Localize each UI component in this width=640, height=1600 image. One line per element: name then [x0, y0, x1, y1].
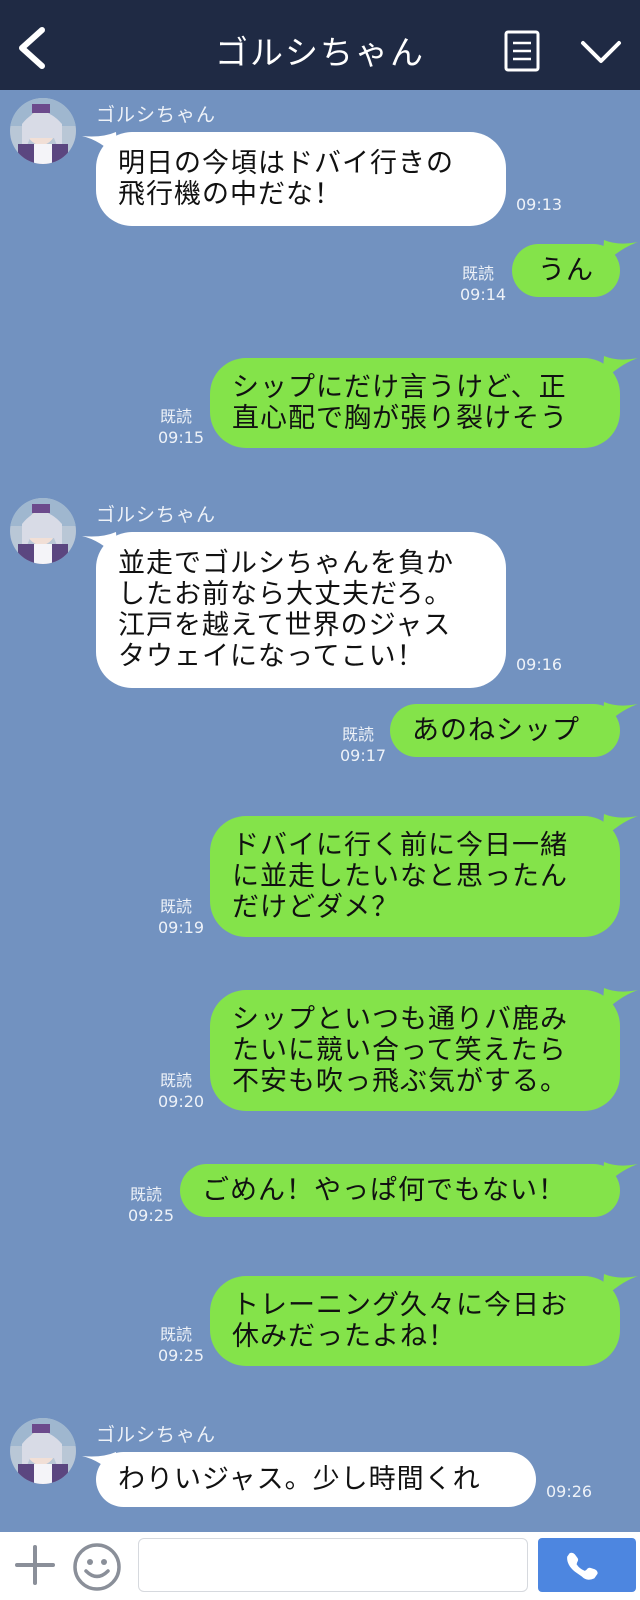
message-bubble-outgoing[interactable]: ドバイに行く前に今日一緒 に並走したいなと思ったん だけどダメ？: [210, 816, 620, 937]
read-receipt: 既読: [130, 1185, 163, 1204]
notes-icon[interactable]: [504, 30, 540, 72]
message-time: 09:15: [158, 428, 205, 447]
avatar[interactable]: [10, 498, 76, 564]
avatar[interactable]: [10, 1418, 76, 1484]
message-time: 09:17: [340, 746, 387, 765]
message-time: 09:25: [128, 1206, 175, 1225]
message-time: 09:25: [158, 1346, 205, 1365]
back-arrow-icon[interactable]: [14, 26, 50, 70]
message-bubble-incoming[interactable]: 並走でゴルシちゃんを負か したお前なら大丈夫だろ。 江戸を越えて世界のジャス タ…: [96, 532, 506, 688]
message-time: 09:19: [158, 918, 205, 937]
chevron-down-icon[interactable]: [580, 38, 622, 66]
message-bubble-outgoing[interactable]: シップにだけ言うけど、正 直心配で胸が張り裂けそう: [210, 358, 620, 448]
read-receipt: 既読: [160, 897, 193, 916]
message-time: 09:20: [158, 1092, 205, 1111]
plus-icon[interactable]: [14, 1544, 56, 1586]
message-input[interactable]: [138, 1538, 528, 1592]
message-time: 09:14: [460, 285, 507, 304]
emoji-icon[interactable]: [72, 1542, 122, 1592]
read-receipt: 既読: [160, 407, 193, 426]
message-bubble-incoming[interactable]: 明日の今頃はドバイ行きの 飛行機の中だな！: [96, 132, 506, 226]
message-bubble-outgoing[interactable]: トレーニング久々に今日お 休みだったよね！: [210, 1276, 620, 1366]
message-time: 09:13: [516, 195, 563, 214]
message-composer: [0, 1532, 640, 1600]
read-receipt: 既読: [342, 725, 375, 744]
message-time: 09:16: [516, 655, 563, 674]
sender-name: ゴルシちゃん: [96, 104, 217, 126]
call-button[interactable]: [538, 1538, 636, 1592]
read-receipt: 既読: [160, 1071, 193, 1090]
avatar[interactable]: [10, 98, 76, 164]
read-receipt: 既読: [160, 1325, 193, 1344]
message-bubble-outgoing[interactable]: うん: [512, 244, 620, 297]
chat-title: ゴルシちゃん: [215, 33, 425, 72]
message-bubble-outgoing[interactable]: シップといつも通りバ鹿み たいに競い合って笑えたら 不安も吹っ飛ぶ気がする。: [210, 990, 620, 1111]
sender-name: ゴルシちゃん: [96, 504, 217, 526]
message-time: 09:26: [546, 1482, 593, 1501]
message-bubble-outgoing[interactable]: あのねシップ: [390, 704, 620, 757]
read-receipt: 既読: [462, 264, 495, 283]
message-bubble-incoming[interactable]: わりいジャス。少し時間くれ: [96, 1452, 536, 1507]
chat-header: ゴルシちゃん: [0, 0, 640, 90]
message-bubble-outgoing[interactable]: ごめん！やっぱ何でもない！: [180, 1164, 620, 1217]
phone-icon: [567, 1552, 598, 1580]
sender-name: ゴルシちゃん: [96, 1424, 217, 1446]
